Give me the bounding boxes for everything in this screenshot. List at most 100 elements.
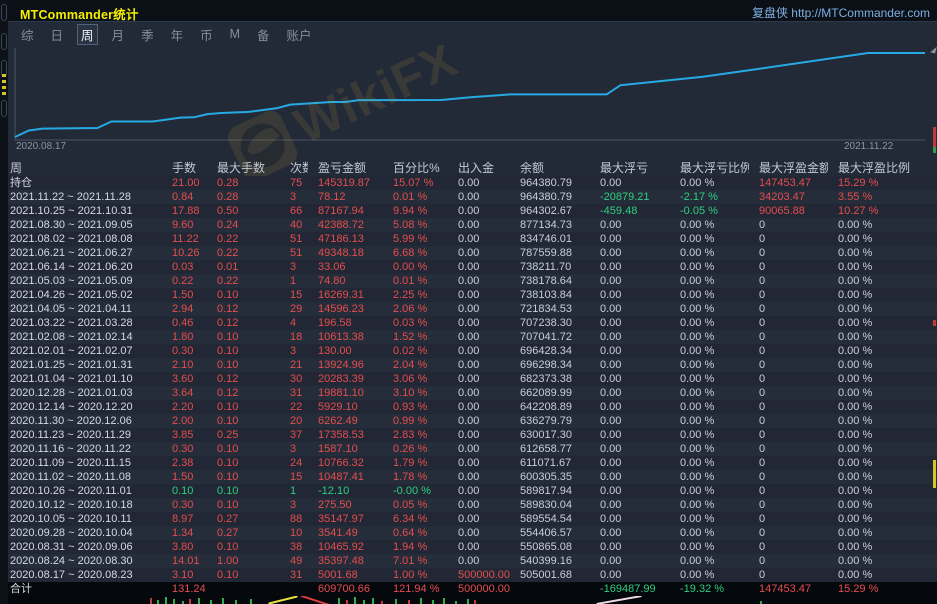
cell: 0.25 [207, 428, 280, 442]
cell: 51 [280, 246, 308, 260]
table-row[interactable]: 2021.06.21 ~ 2021.06.2710.260.225149348.… [0, 246, 937, 260]
cell: 0.64 % [383, 526, 448, 540]
col-header-3[interactable]: 次数 [280, 161, 308, 176]
col-header-1[interactable]: 手数 [162, 161, 207, 176]
cell: 0.00 [448, 330, 510, 344]
cell: 642208.89 [510, 400, 590, 414]
cell: 0.00 [590, 260, 670, 274]
cell: 3 [280, 442, 308, 456]
menu-item-zong[interactable]: 综 [18, 24, 37, 45]
cell: 3 [280, 344, 308, 358]
cell: 0.00 [448, 302, 510, 316]
col-header-4[interactable]: 盈亏金额 [308, 161, 383, 176]
equity-line-svg [8, 45, 937, 161]
cell: 0.00 [590, 498, 670, 512]
table-row[interactable]: 2021.02.08 ~ 2021.02.141.800.101810613.3… [0, 330, 937, 344]
table-row[interactable]: 2021.08.02 ~ 2021.08.0811.220.225147186.… [0, 232, 937, 246]
menu-item-yue[interactable]: 月 [109, 24, 128, 45]
table-row[interactable]: 2020.08.31 ~ 2020.09.063.800.103810465.9… [0, 540, 937, 554]
menu-item-m[interactable]: M [227, 26, 243, 42]
cell: 2021.03.22 ~ 2021.03.28 [0, 316, 162, 330]
col-header-5[interactable]: 百分比% [383, 161, 448, 176]
table-row[interactable]: 2021.04.26 ~ 2021.05.021.500.101516269.3… [0, 288, 937, 302]
table-row[interactable]: 2021.11.22 ~ 2021.11.280.840.28378.120.0… [0, 190, 937, 204]
cell: 0.00 [448, 204, 510, 218]
col-header-7[interactable]: 余额 [510, 161, 590, 176]
table-row[interactable]: 2021.06.14 ~ 2021.06.200.030.01333.060.0… [0, 260, 937, 274]
table-row[interactable]: 2021.01.04 ~ 2021.01.103.600.123020283.3… [0, 372, 937, 386]
cell: 2021.04.05 ~ 2021.04.11 [0, 302, 162, 316]
table-row[interactable]: 2020.11.09 ~ 2020.11.152.380.102410766.3… [0, 456, 937, 470]
table-row[interactable]: 2020.11.30 ~ 2020.12.062.000.10206262.49… [0, 414, 937, 428]
table-row[interactable]: 2020.10.05 ~ 2020.10.118.970.278835147.9… [0, 512, 937, 526]
cell: 0.10 [162, 484, 207, 498]
table-row[interactable]: 2020.11.16 ~ 2020.11.220.300.1031587.100… [0, 442, 937, 456]
cell: 87167.94 [308, 204, 383, 218]
table-row[interactable]: 持仓21.000.2875145319.8715.07 %0.00964380.… [0, 176, 937, 190]
col-header-6[interactable]: 出入金 [448, 161, 510, 176]
cell: 2020.08.31 ~ 2020.09.06 [0, 540, 162, 554]
cell: 2020.11.23 ~ 2020.11.29 [0, 428, 162, 442]
table-row[interactable]: 2020.12.28 ~ 2021.01.033.640.123119881.1… [0, 386, 937, 400]
cell: 500000.00 [448, 568, 510, 582]
cell: 0 [749, 428, 828, 442]
col-header-11[interactable]: 最大浮盈比例 [828, 161, 937, 176]
menu-item-nian[interactable]: 年 [168, 24, 187, 45]
cell: 6.34 % [383, 512, 448, 526]
cell: 10465.92 [308, 540, 383, 554]
cell: -2.17 % [670, 190, 749, 204]
table-row[interactable]: 2021.10.25 ~ 2021.10.3117.880.506687167.… [0, 204, 937, 218]
cell: 2020.08.24 ~ 2020.08.30 [0, 554, 162, 568]
table-row[interactable]: 2021.08.30 ~ 2021.09.059.600.244042388.7… [0, 218, 937, 232]
cell: 0.00 [448, 260, 510, 274]
cell: 0.10 [207, 498, 280, 512]
cell: 0.00 % [828, 498, 937, 512]
menu-item-ri[interactable]: 日 [48, 24, 67, 45]
col-header-0[interactable]: 周 [0, 161, 162, 176]
col-header-8[interactable]: 最大浮亏 [590, 161, 670, 176]
cell: 78.12 [308, 190, 383, 204]
cell: 2.94 [162, 302, 207, 316]
table-row[interactable]: 2020.09.28 ~ 2020.10.041.340.27103541.49… [0, 526, 937, 540]
cell: 0 [749, 470, 828, 484]
brand-link[interactable]: 复盘侠 http://MTCommander.com [752, 4, 930, 21]
cell: 130.00 [308, 344, 383, 358]
col-header-9[interactable]: 最大浮亏比例 [670, 161, 749, 176]
cell: 0.00 [590, 442, 670, 456]
edge-marker-green [933, 147, 936, 153]
cell: 10766.32 [308, 456, 383, 470]
menu-item-zhou[interactable]: 周 [77, 24, 98, 45]
col-header-2[interactable]: 最大手数 [207, 161, 280, 176]
table-row[interactable]: 2021.03.22 ~ 2021.03.280.460.124196.580.… [0, 316, 937, 330]
table-row[interactable]: 2020.11.02 ~ 2020.11.081.500.101510487.4… [0, 470, 937, 484]
menu-item-bi[interactable]: 币 [197, 24, 216, 45]
menu-item-ji[interactable]: 季 [138, 24, 157, 45]
cell: 0.50 [207, 204, 280, 218]
table-row[interactable]: 2021.05.03 ~ 2021.05.090.220.22174.800.0… [0, 274, 937, 288]
table-row[interactable]: 2020.11.23 ~ 2020.11.293.850.253717358.5… [0, 428, 937, 442]
table-row[interactable]: 2020.10.12 ~ 2020.10.180.300.103275.500.… [0, 498, 937, 512]
total-row[interactable]: 合计131.24609700.66121.94 %500000.00-16948… [0, 582, 937, 596]
table-row[interactable]: 2020.10.26 ~ 2020.11.010.100.101-12.10-0… [0, 484, 937, 498]
dock-slot-icon [1, 100, 7, 117]
table-row[interactable]: 2020.08.24 ~ 2020.08.3014.011.004935397.… [0, 554, 937, 568]
table-row[interactable]: 2021.04.05 ~ 2021.04.112.940.122914596.2… [0, 302, 937, 316]
table-row[interactable]: 2020.08.17 ~ 2020.08.233.100.10315001.68… [0, 568, 937, 582]
col-header-10[interactable]: 最大浮盈金额 [749, 161, 828, 176]
table-row[interactable]: 2021.02.01 ~ 2021.02.070.300.103130.000.… [0, 344, 937, 358]
cell: 5.08 % [383, 218, 448, 232]
table-row[interactable]: 2020.12.14 ~ 2020.12.202.200.10225929.10… [0, 400, 937, 414]
menu-item-bei[interactable]: 备 [254, 24, 273, 45]
cell: 0.00 [448, 246, 510, 260]
cell: 0.28 [207, 190, 280, 204]
cell: 2.83 % [383, 428, 448, 442]
menu-item-zhanghu[interactable]: 账户 [284, 24, 315, 45]
cell: 2021.01.04 ~ 2021.01.10 [0, 372, 162, 386]
cell: 0.10 [207, 414, 280, 428]
cell: 0.10 [207, 330, 280, 344]
cell: 0.00 % [828, 526, 937, 540]
cell: 10 [280, 526, 308, 540]
table-row[interactable]: 2021.01.25 ~ 2021.01.312.100.102113924.9… [0, 358, 937, 372]
cell: 121.94 % [383, 582, 448, 596]
cell: 696428.34 [510, 344, 590, 358]
